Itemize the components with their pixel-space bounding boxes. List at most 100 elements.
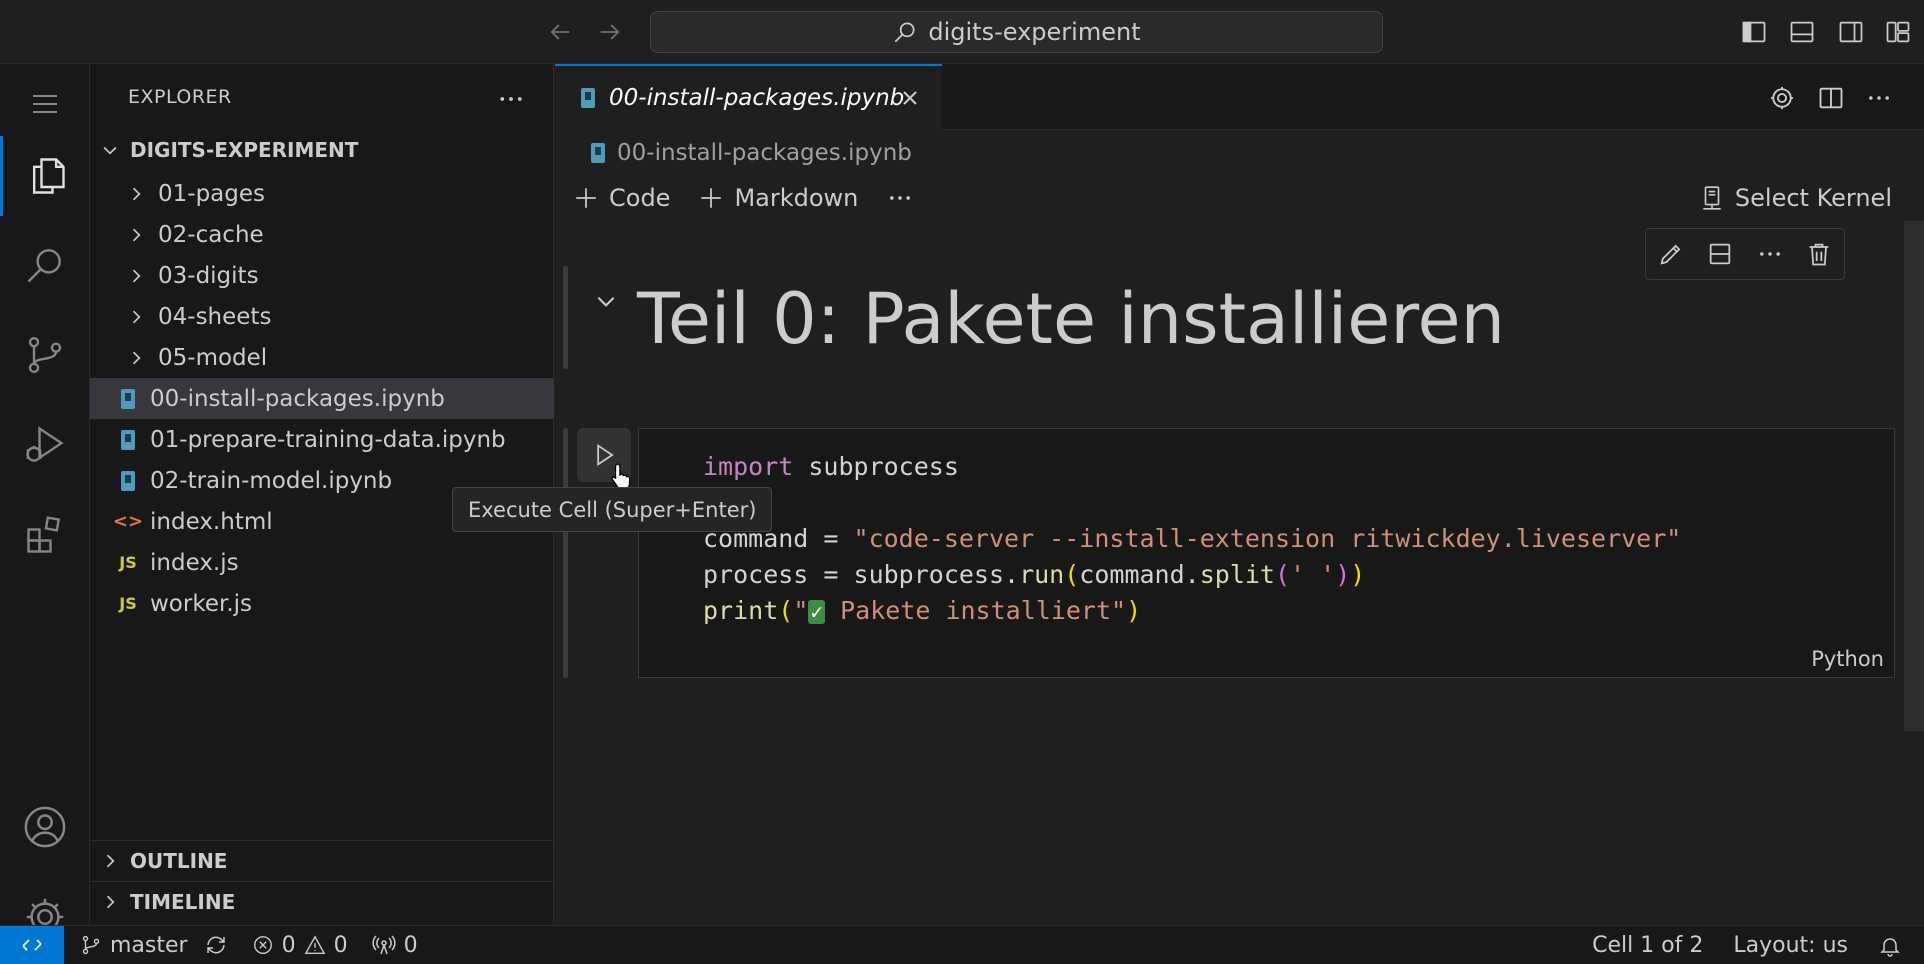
search-icon <box>892 19 918 45</box>
more-cell-actions-icon[interactable] <box>1756 240 1784 268</box>
activity-bar <box>0 64 90 936</box>
add-markdown-cell-button[interactable]: Markdown <box>698 184 858 212</box>
tab-notebook[interactable]: 00-install-packages.ipynb <box>555 64 942 130</box>
file-label: index.js <box>150 549 239 576</box>
command-center-label: digits-experiment <box>928 18 1141 46</box>
broadcast-icon <box>371 933 396 957</box>
notifications-bell-icon[interactable] <box>1878 934 1902 958</box>
chevron-right-icon <box>126 348 146 368</box>
folder-row[interactable]: 05-model <box>90 337 554 378</box>
code-keyword: import <box>703 452 794 481</box>
code-text: subprocess <box>793 452 959 481</box>
split-cell-icon[interactable] <box>1706 240 1734 268</box>
run-and-debug-icon[interactable] <box>0 405 90 485</box>
code-bracket: ) <box>1350 560 1366 589</box>
outline-section[interactable]: OUTLINE <box>90 840 554 880</box>
problems-indicator[interactable]: 0 0 <box>252 933 348 958</box>
code-function: print <box>703 596 779 625</box>
code-content[interactable]: import subprocess command = "code-server… <box>703 449 1681 630</box>
file-label: 02-train-model.ipynb <box>150 467 393 494</box>
workspace-root[interactable]: DIGITS-EXPERIMENT <box>90 130 554 170</box>
code-text: process = subprocess. <box>703 560 1020 589</box>
code-function: run <box>1019 560 1065 589</box>
folder-row[interactable]: 02-cache <box>90 214 554 255</box>
notebook-toolbar: Code Markdown <box>573 178 914 218</box>
extensions-icon[interactable] <box>0 495 90 575</box>
tab-bar: 00-install-packages.ipynb <box>555 64 1924 130</box>
add-code-cell-button[interactable]: Code <box>573 184 670 212</box>
cell-focus-indicator <box>563 428 568 678</box>
code-cell-editor[interactable]: import subprocess command = "code-server… <box>638 428 1895 678</box>
ports-count: 0 <box>403 932 418 958</box>
branch-icon <box>80 934 102 956</box>
code-string: " <box>793 596 809 625</box>
file-label: index.html <box>150 508 273 535</box>
toggle-primary-sidebar-icon[interactable] <box>1740 18 1768 46</box>
file-row-selected[interactable]: 00-install-packages.ipynb <box>90 378 554 419</box>
sync-icon[interactable] <box>204 933 228 957</box>
breadcrumb[interactable]: 00-install-packages.ipynb <box>591 136 912 170</box>
explorer-title: EXPLORER <box>128 86 232 108</box>
keyboard-layout[interactable]: Layout: us <box>1733 933 1848 958</box>
more-actions-icon[interactable] <box>496 84 526 114</box>
close-icon[interactable] <box>898 86 922 110</box>
notebook-icon <box>581 88 595 108</box>
source-control-icon[interactable] <box>0 315 90 395</box>
file-row[interactable]: 01-prepare-training-data.ipynb <box>90 419 554 460</box>
branch-indicator[interactable]: master <box>80 933 188 958</box>
more-actions-icon[interactable] <box>1865 84 1893 112</box>
breadcrumb-file: 00-install-packages.ipynb <box>617 140 912 166</box>
chevron-right-icon <box>126 307 146 327</box>
chevron-down-icon <box>100 140 120 160</box>
delete-cell-trash-icon[interactable] <box>1805 240 1833 268</box>
collapse-chevron-icon[interactable] <box>593 288 619 314</box>
timeline-section[interactable]: TIMELINE <box>90 881 554 921</box>
toggle-secondary-sidebar-icon[interactable] <box>1837 18 1865 46</box>
notebook-settings-gear-icon[interactable] <box>1768 84 1796 112</box>
folder-label: 05-model <box>158 344 268 371</box>
select-kernel-button[interactable]: Select Kernel <box>1699 178 1892 218</box>
code-bracket: ( <box>778 596 794 625</box>
notebook-icon <box>116 429 140 450</box>
code-bracket: ( <box>1064 560 1080 589</box>
folder-label: 01-pages <box>158 180 265 207</box>
folder-row[interactable]: 01-pages <box>90 173 554 214</box>
explorer-icon[interactable] <box>0 136 90 216</box>
folder-row[interactable]: 03-digits <box>90 255 554 296</box>
error-icon <box>252 934 274 956</box>
split-editor-icon[interactable] <box>1817 84 1845 112</box>
timeline-label: TIMELINE <box>130 889 236 914</box>
cell-language-indicator[interactable]: Python <box>1811 647 1884 671</box>
chevron-right-icon <box>100 851 120 871</box>
status-bar-right: Cell 1 of 2 Layout: us <box>1592 926 1924 964</box>
cell-position[interactable]: Cell 1 of 2 <box>1592 933 1703 958</box>
checkmark-emoji-icon: ✓ <box>808 600 826 624</box>
notebook-icon <box>591 143 605 163</box>
customize-layout-icon[interactable] <box>1884 18 1912 46</box>
folder-row[interactable]: 04-sheets <box>90 296 554 337</box>
add-code-label: Code <box>609 184 671 212</box>
file-row[interactable]: JS worker.js <box>90 583 554 624</box>
notebook-icon <box>116 388 140 409</box>
file-row[interactable]: JS index.js <box>90 542 554 583</box>
search-icon[interactable] <box>0 225 90 305</box>
js-icon: JS <box>119 553 137 572</box>
arrow-left-icon[interactable] <box>546 18 574 46</box>
command-center-search[interactable]: digits-experiment <box>650 11 1383 53</box>
ports-indicator[interactable]: 0 <box>371 932 418 958</box>
tab-label: 00-install-packages.ipynb <box>609 85 905 111</box>
edit-pencil-icon[interactable] <box>1657 240 1685 268</box>
toggle-panel-icon[interactable] <box>1788 18 1816 46</box>
menu-icon[interactable] <box>0 64 90 144</box>
code-string: ' ' <box>1290 560 1336 589</box>
vertical-scrollbar[interactable] <box>1904 221 1924 731</box>
code-bracket: ) <box>1126 596 1142 625</box>
more-toolbar-actions-icon[interactable] <box>886 184 914 212</box>
folder-label: 03-digits <box>158 262 259 289</box>
accounts-icon[interactable] <box>0 787 90 867</box>
arrow-right-icon[interactable] <box>596 18 624 46</box>
hand-cursor-icon <box>609 462 635 490</box>
remote-indicator-icon[interactable] <box>0 925 64 964</box>
file-label: 00-install-packages.ipynb <box>150 385 445 412</box>
cell-focus-indicator <box>563 266 568 369</box>
